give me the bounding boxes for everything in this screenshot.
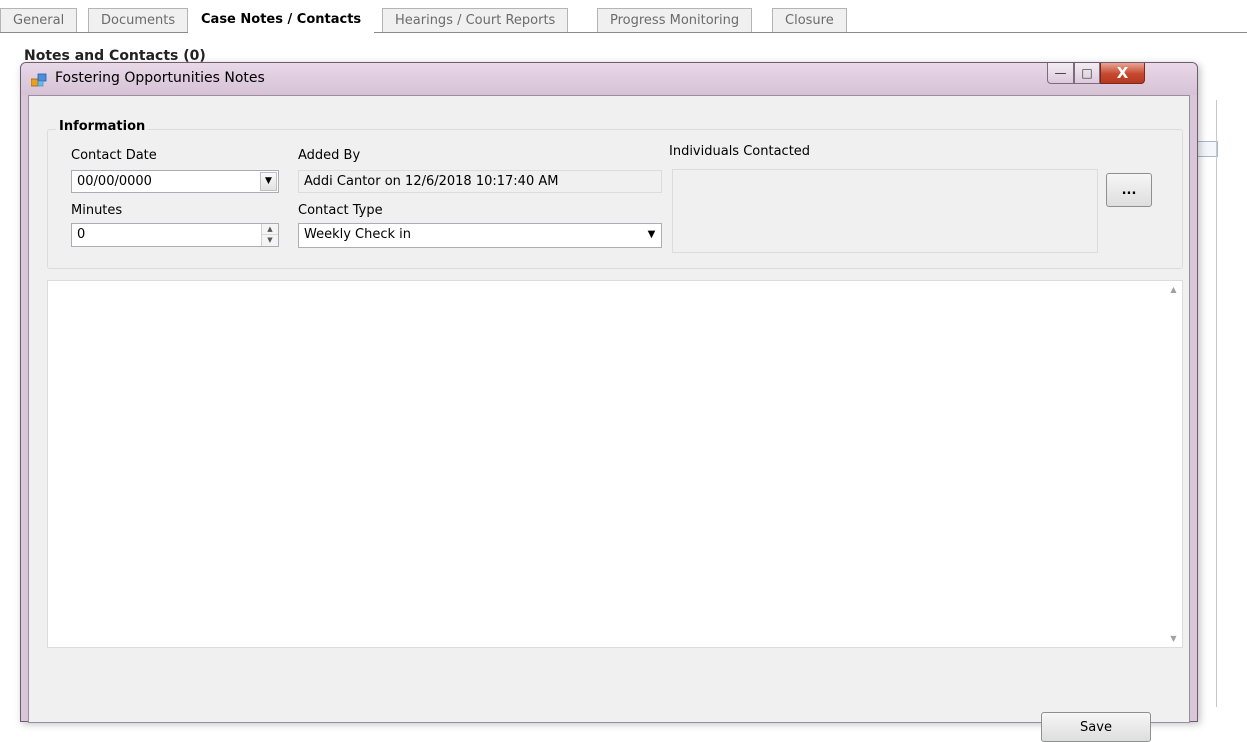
added-by-label: Added By <box>298 148 361 163</box>
close-button[interactable]: X <box>1100 63 1145 84</box>
background-field <box>1196 141 1218 157</box>
minimize-icon: — <box>1054 66 1067 80</box>
contact-type-value: Weekly Check in <box>304 227 412 242</box>
close-icon: X <box>1116 64 1129 82</box>
app-icon <box>30 73 47 87</box>
save-button[interactable]: Save <box>1041 712 1151 742</box>
individuals-contacted-label: Individuals Contacted <box>669 144 811 159</box>
contact-type-label: Contact Type <box>298 203 383 218</box>
tab-general[interactable]: General <box>0 8 78 33</box>
minimize-button[interactable]: — <box>1047 63 1074 84</box>
tab-documents[interactable]: Documents <box>88 8 189 33</box>
tab-hearings-court-reports[interactable]: Hearings / Court Reports <box>382 8 569 33</box>
tab-case-notes-contacts[interactable]: Case Notes / Contacts <box>188 5 375 34</box>
tab-progress-monitoring[interactable]: Progress Monitoring <box>597 8 753 33</box>
contact-date-label: Contact Date <box>71 148 157 163</box>
minutes-label: Minutes <box>71 203 123 218</box>
contact-type-select[interactable]: Weekly Check in ▼ <box>298 223 662 248</box>
notes-scrollbar[interactable]: ▲ ▼ <box>1165 281 1182 647</box>
chevron-down-icon[interactable]: ▼ <box>260 172 277 191</box>
minutes-value: 0 <box>77 227 86 242</box>
minutes-stepper[interactable]: 0 ▲ ▼ <box>71 223 279 247</box>
dialog-titlebar[interactable]: Fostering Opportunities Notes — □ X <box>21 63 1197 95</box>
dialog-client-area: Information Contact Date 00/00/0000 ▼ Mi… <box>28 95 1190 742</box>
tab-strip: General Documents Case Notes / Contacts … <box>0 0 1247 34</box>
individuals-contacted-list[interactable] <box>672 169 1098 253</box>
added-by-field: Addi Cantor on 12/6/2018 10:17:40 AM <box>298 170 662 193</box>
contact-date-picker[interactable]: 00/00/0000 ▼ <box>71 170 279 193</box>
chevron-down-icon[interactable]: ▼ <box>643 225 660 244</box>
tab-closure[interactable]: Closure <box>772 8 847 33</box>
notes-textarea[interactable]: ▲ ▼ <box>47 280 1183 648</box>
browse-individuals-button[interactable]: ... <box>1106 173 1152 207</box>
dialog-title: Fostering Opportunities Notes <box>55 70 265 86</box>
notes-dialog: Fostering Opportunities Notes — □ X Info… <box>20 62 1198 742</box>
minutes-spinner: ▲ ▼ <box>261 224 278 246</box>
added-by-value: Addi Cantor on 12/6/2018 10:17:40 AM <box>304 174 559 189</box>
maximize-icon: □ <box>1081 66 1093 80</box>
scroll-down-icon[interactable]: ▼ <box>1165 630 1182 647</box>
information-group-title: Information <box>56 119 149 134</box>
contact-date-value: 00/00/0000 <box>77 174 152 189</box>
background-panel-edge <box>1216 100 1217 707</box>
spin-down-icon[interactable]: ▼ <box>262 235 278 246</box>
scroll-up-icon[interactable]: ▲ <box>1165 281 1182 298</box>
maximize-button[interactable]: □ <box>1074 63 1100 84</box>
